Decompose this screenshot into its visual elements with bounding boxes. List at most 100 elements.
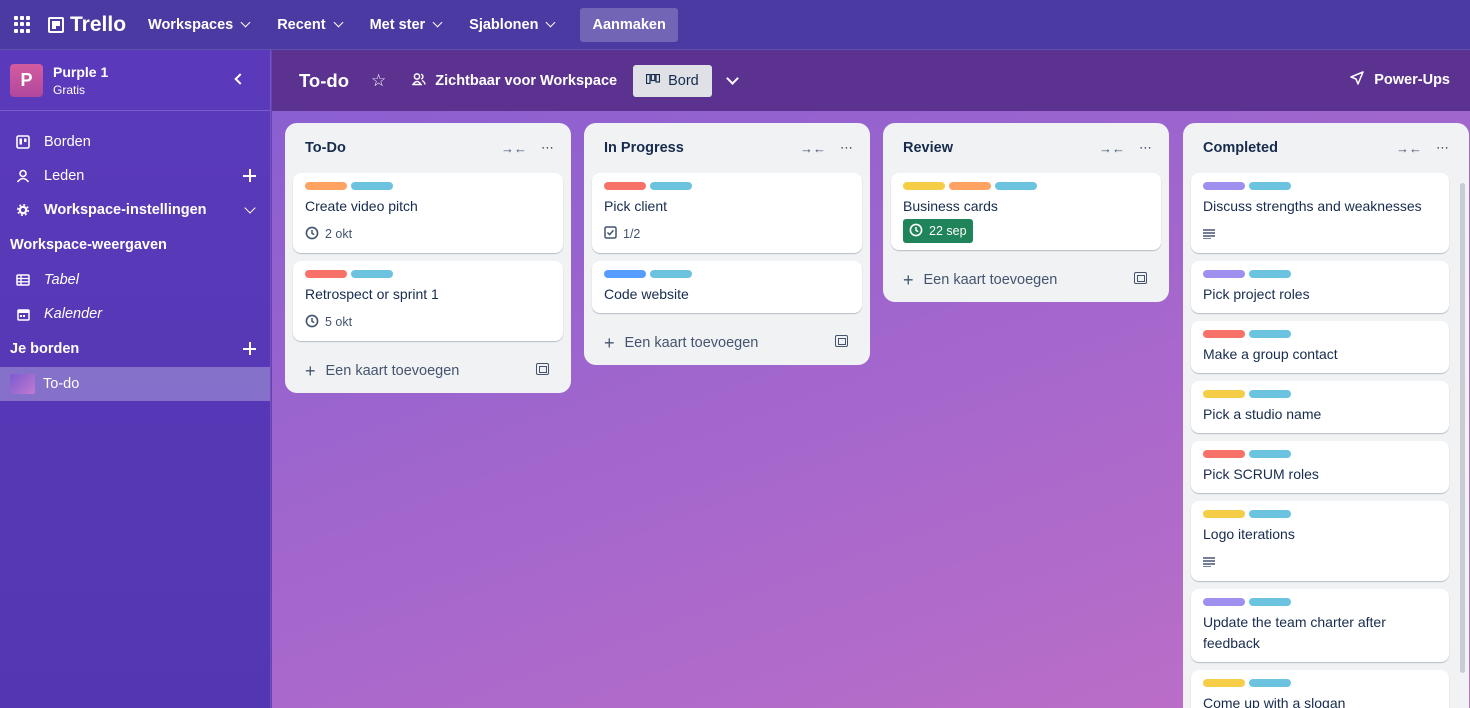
card[interactable]: Logo iterations: [1191, 501, 1449, 581]
label-sky[interactable]: [1249, 679, 1291, 687]
chevron-down-icon[interactable]: [244, 202, 256, 214]
label-sky[interactable]: [1249, 330, 1291, 338]
checklist-badge[interactable]: 1/2: [604, 226, 640, 242]
label-sky[interactable]: [650, 182, 692, 190]
sidebar-item-table[interactable]: Tabel: [0, 263, 270, 297]
label-purple[interactable]: [1203, 182, 1245, 190]
nav-label: Sjablonen: [469, 16, 539, 33]
card[interactable]: Come up with a slogan: [1191, 670, 1449, 708]
card[interactable]: Discuss strengths and weaknesses: [1191, 173, 1449, 253]
create-button[interactable]: Aanmaken: [580, 7, 678, 42]
collapse-sidebar-icon[interactable]: [234, 73, 246, 85]
list-title[interactable]: Completed: [1203, 140, 1278, 156]
add-card-label: Een kaart toevoegen: [923, 272, 1058, 288]
collapse-list-icon[interactable]: →←: [800, 141, 826, 156]
label-orange[interactable]: [949, 182, 991, 190]
label-sky[interactable]: [650, 270, 692, 278]
card-title: Pick a studio name: [1203, 406, 1322, 422]
label-yellow[interactable]: [1203, 390, 1245, 398]
add-member-icon[interactable]: [243, 169, 256, 182]
nav-starred[interactable]: Met ster: [370, 17, 443, 33]
table-icon: [16, 273, 30, 287]
sidebar-item-settings[interactable]: Workspace-instellingen: [0, 193, 270, 227]
due-date-badge[interactable]: 22 sep: [903, 219, 973, 243]
nav-templates[interactable]: Sjablonen: [469, 16, 556, 33]
sidebar-item-label: Tabel: [44, 272, 79, 288]
card[interactable]: Create video pitch 2 okt: [293, 173, 563, 253]
label-sky[interactable]: [1249, 598, 1291, 606]
collapse-list-icon[interactable]: →←: [501, 141, 527, 156]
add-board-icon[interactable]: [243, 342, 256, 355]
label-red[interactable]: [1203, 450, 1245, 458]
label-red[interactable]: [305, 270, 347, 278]
due-date-badge[interactable]: 2 okt: [305, 226, 352, 243]
nav-recent[interactable]: Recent: [277, 17, 344, 33]
sidebar-item-boards[interactable]: Borden: [0, 125, 270, 159]
label-orange[interactable]: [305, 182, 347, 190]
card[interactable]: Make a group contact: [1191, 321, 1449, 373]
list-title[interactable]: To-Do: [305, 140, 346, 156]
label-sky[interactable]: [1249, 270, 1291, 278]
label-sky[interactable]: [351, 270, 393, 278]
label-purple[interactable]: [1203, 598, 1245, 606]
chevron-down-icon[interactable]: [725, 71, 739, 85]
description-icon: [1203, 554, 1215, 570]
nav-workspaces[interactable]: Workspaces: [148, 17, 251, 33]
power-ups-button[interactable]: Power-Ups: [1350, 71, 1450, 88]
chevron-down-icon: [432, 17, 443, 28]
card[interactable]: Pick client 1/2: [592, 173, 862, 253]
sidebar-item-calendar[interactable]: Kalender: [0, 297, 270, 331]
label-blue[interactable]: [604, 270, 646, 278]
label-sky[interactable]: [1249, 390, 1291, 398]
label-yellow[interactable]: [1203, 510, 1245, 518]
sidebar-board-todo[interactable]: To-do: [0, 367, 270, 401]
sidebar-item-members[interactable]: Leden: [0, 159, 270, 193]
list-menu-icon[interactable]: ⋯: [1436, 140, 1449, 156]
label-sky[interactable]: [995, 182, 1037, 190]
label-purple[interactable]: [1203, 270, 1245, 278]
card[interactable]: Code website: [592, 261, 862, 313]
card[interactable]: Pick project roles: [1191, 261, 1449, 313]
label-sky[interactable]: [1249, 510, 1291, 518]
visibility-label: Zichtbaar voor Workspace: [435, 72, 618, 89]
card[interactable]: Update the team charter after feedback: [1191, 589, 1449, 662]
label-red[interactable]: [1203, 330, 1245, 338]
list-scrollbar[interactable]: [1460, 183, 1465, 673]
app-switcher-icon[interactable]: [14, 15, 32, 34]
list-title[interactable]: Review: [903, 140, 953, 156]
card[interactable]: Pick SCRUM roles: [1191, 441, 1449, 493]
label-sky[interactable]: [1249, 450, 1291, 458]
list-completed: Completed →← ⋯ Discuss strengths and weak…: [1183, 123, 1469, 708]
trello-logo[interactable]: Trello: [48, 13, 126, 37]
card-template-icon[interactable]: [1134, 272, 1147, 284]
card-template-icon[interactable]: [835, 335, 848, 347]
star-icon[interactable]: ☆: [371, 71, 386, 91]
card-template-icon[interactable]: [536, 363, 549, 375]
label-red[interactable]: [604, 182, 646, 190]
board-title[interactable]: To-do: [299, 70, 349, 92]
label-sky[interactable]: [1249, 182, 1291, 190]
label-yellow[interactable]: [1203, 679, 1245, 687]
card[interactable]: Pick a studio name: [1191, 381, 1449, 433]
label-sky[interactable]: [351, 182, 393, 190]
list-menu-icon[interactable]: ⋯: [840, 140, 853, 156]
add-card-button[interactable]: + Een kaart toevoegen: [293, 349, 563, 393]
clock-icon: [305, 314, 319, 331]
add-card-button[interactable]: + Een kaart toevoegen: [592, 321, 862, 365]
your-boards-label: Je borden: [10, 341, 80, 357]
list-menu-icon[interactable]: ⋯: [1139, 140, 1152, 156]
workspace-name[interactable]: Purple 1: [53, 64, 108, 80]
board-view-button[interactable]: Bord: [633, 64, 712, 97]
add-card-button[interactable]: + Een kaart toevoegen: [891, 258, 1161, 302]
card[interactable]: Retrospect or sprint 1 5 okt: [293, 261, 563, 341]
label-yellow[interactable]: [903, 182, 945, 190]
collapse-list-icon[interactable]: →←: [1099, 141, 1125, 156]
collapse-list-icon[interactable]: →←: [1396, 141, 1422, 156]
add-card-label: Een kaart toevoegen: [624, 335, 759, 351]
list-title[interactable]: In Progress: [604, 140, 684, 156]
list-menu-icon[interactable]: ⋯: [541, 140, 554, 156]
card[interactable]: Business cards 22 sep: [891, 173, 1161, 250]
due-date-badge[interactable]: 5 okt: [305, 314, 352, 331]
visibility-button[interactable]: Zichtbaar voor Workspace: [411, 72, 618, 89]
workspace-avatar[interactable]: P: [10, 63, 43, 97]
